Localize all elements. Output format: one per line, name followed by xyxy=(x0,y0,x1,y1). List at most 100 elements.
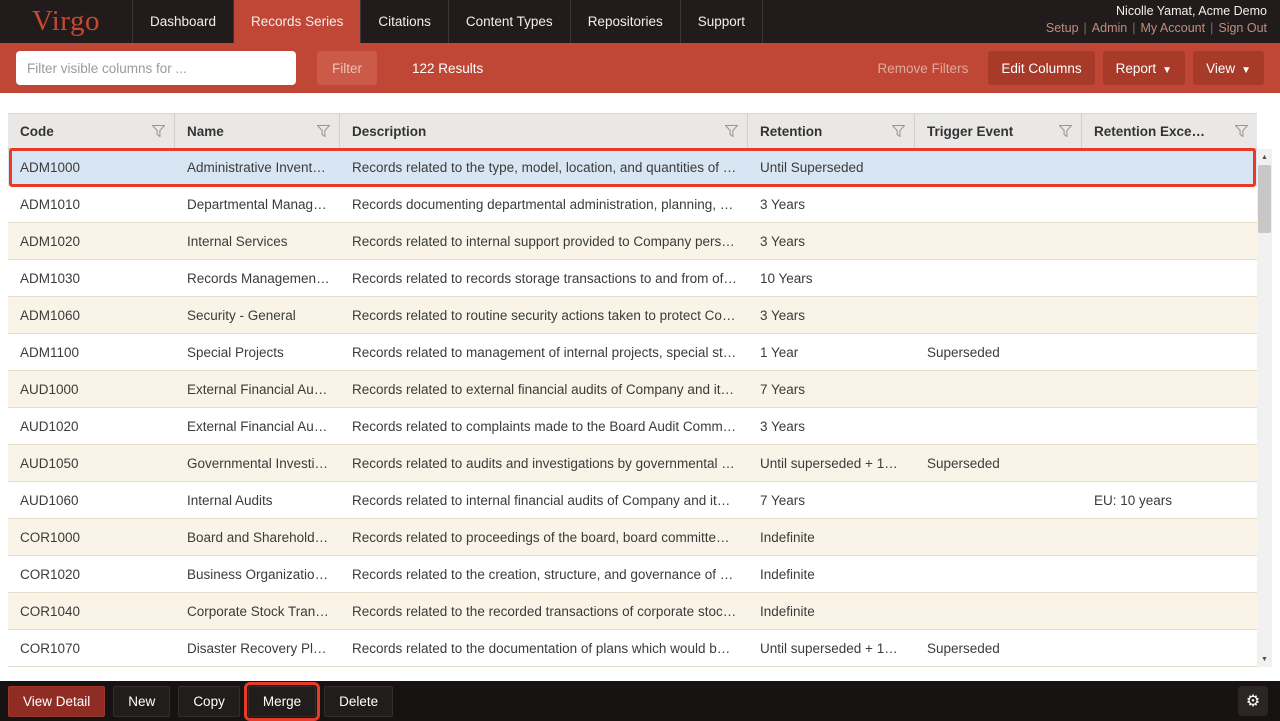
cell-retention-exception xyxy=(1082,371,1257,407)
cell-retention: 7 Years xyxy=(748,371,915,407)
cell-trigger-event xyxy=(915,371,1082,407)
cell-description: Records related to records storage trans… xyxy=(340,260,748,296)
table-row[interactable]: AUD1060Internal AuditsRecords related to… xyxy=(8,482,1257,519)
cell-description: Records related to internal support prov… xyxy=(340,223,748,259)
cell-retention-exception xyxy=(1082,334,1257,370)
nav-item-records-series[interactable]: Records Series xyxy=(234,0,361,43)
cell-trigger-event: Superseded xyxy=(915,334,1082,370)
cell-retention: 3 Years xyxy=(748,408,915,444)
column-header-trigger-event[interactable]: Trigger Event xyxy=(915,114,1082,148)
view-detail-button[interactable]: View Detail xyxy=(8,686,105,717)
cell-trigger-event xyxy=(915,297,1082,333)
scroll-up-arrow-icon[interactable]: ▲ xyxy=(1257,150,1272,164)
link-sign-out[interactable]: Sign Out xyxy=(1218,21,1267,35)
nav-item-repositories[interactable]: Repositories xyxy=(571,0,681,43)
gear-icon: ⚙ xyxy=(1246,691,1260,711)
copy-button[interactable]: Copy xyxy=(178,686,240,717)
main-nav: Dashboard Records Series Citations Conte… xyxy=(133,0,763,43)
cell-retention: 3 Years xyxy=(748,297,915,333)
cell-retention: Indefinite xyxy=(748,519,915,555)
cell-description: Records related to complaints made to th… xyxy=(340,408,748,444)
cell-description: Records documenting departmental adminis… xyxy=(340,186,748,222)
cell-description: Records related to proceedings of the bo… xyxy=(340,519,748,555)
table-row[interactable]: COR1000Board and Sharehold…Records relat… xyxy=(8,519,1257,556)
cell-description: Records related to routine security acti… xyxy=(340,297,748,333)
filter-toolbar: Filter 122 Results Remove Filters Edit C… xyxy=(0,43,1280,93)
remove-filters-button[interactable]: Remove Filters xyxy=(866,51,981,85)
view-button[interactable]: View▼ xyxy=(1193,51,1264,85)
nav-item-content-types[interactable]: Content Types xyxy=(449,0,571,43)
cell-code: COR1040 xyxy=(8,593,175,629)
nav-item-citations[interactable]: Citations xyxy=(361,0,449,43)
table-header: Code Name Description Retention Trigger … xyxy=(8,113,1257,149)
app-logo[interactable]: Virgo xyxy=(0,0,133,43)
cell-trigger-event xyxy=(915,260,1082,296)
cell-description: Records related to the creation, structu… xyxy=(340,556,748,592)
cell-name: External Financial Au… xyxy=(175,371,340,407)
cell-retention-exception xyxy=(1082,149,1257,185)
new-button[interactable]: New xyxy=(113,686,170,717)
cell-retention-exception xyxy=(1082,186,1257,222)
edit-columns-button[interactable]: Edit Columns xyxy=(988,51,1094,85)
cell-code: ADM1030 xyxy=(8,260,175,296)
link-admin[interactable]: Admin xyxy=(1092,21,1141,35)
vertical-scrollbar[interactable]: ▲ ▼ xyxy=(1257,149,1272,667)
table-row[interactable]: ADM1020Internal ServicesRecords related … xyxy=(8,223,1257,260)
table-row[interactable]: AUD1050Governmental Investi…Records rela… xyxy=(8,445,1257,482)
column-header-code[interactable]: Code xyxy=(8,114,175,148)
cell-retention: 10 Years xyxy=(748,260,915,296)
filter-funnel-icon[interactable] xyxy=(317,125,330,137)
filter-funnel-icon[interactable] xyxy=(725,125,738,137)
table-row[interactable]: AUD1020External Financial Au…Records rel… xyxy=(8,408,1257,445)
cell-code: ADM1100 xyxy=(8,334,175,370)
settings-button[interactable]: ⚙ xyxy=(1238,686,1268,716)
table-row[interactable]: AUD1000External Financial Au…Records rel… xyxy=(8,371,1257,408)
cell-name: Board and Sharehold… xyxy=(175,519,340,555)
cell-retention: Indefinite xyxy=(748,556,915,592)
scrollbar-thumb[interactable] xyxy=(1258,165,1271,233)
cell-retention-exception: EU: 10 years xyxy=(1082,482,1257,518)
filter-funnel-icon[interactable] xyxy=(1059,125,1072,137)
scroll-down-arrow-icon[interactable]: ▼ xyxy=(1257,652,1272,666)
column-header-retention-exception[interactable]: Retention Exce… xyxy=(1082,114,1257,148)
filter-funnel-icon[interactable] xyxy=(1235,125,1248,137)
table-row[interactable]: ADM1010Departmental Manag…Records docume… xyxy=(8,186,1257,223)
cell-retention-exception xyxy=(1082,223,1257,259)
cell-trigger-event: Superseded xyxy=(915,445,1082,481)
table-row[interactable]: ADM1060Security - GeneralRecords related… xyxy=(8,297,1257,334)
table-row[interactable]: ADM1100Special ProjectsRecords related t… xyxy=(8,334,1257,371)
link-setup[interactable]: Setup xyxy=(1046,21,1092,35)
user-name: Nicolle Yamat, Acme Demo xyxy=(1046,4,1267,18)
merge-button[interactable]: Merge xyxy=(248,686,316,717)
filter-button[interactable]: Filter xyxy=(317,51,377,85)
cell-name: Business Organizatio… xyxy=(175,556,340,592)
cell-retention: Until superseded + 1… xyxy=(748,445,915,481)
column-header-name[interactable]: Name xyxy=(175,114,340,148)
nav-item-support[interactable]: Support xyxy=(681,0,763,43)
cell-name: Departmental Manag… xyxy=(175,186,340,222)
filter-input[interactable] xyxy=(16,51,296,85)
cell-trigger-event xyxy=(915,408,1082,444)
column-header-retention[interactable]: Retention xyxy=(748,114,915,148)
filter-funnel-icon[interactable] xyxy=(892,125,905,137)
link-my-account[interactable]: My Account xyxy=(1140,21,1218,35)
cell-retention-exception xyxy=(1082,519,1257,555)
cell-retention: 3 Years xyxy=(748,186,915,222)
cell-retention-exception xyxy=(1082,297,1257,333)
table-row[interactable]: ADM1030Records Managemen…Records related… xyxy=(8,260,1257,297)
table-row[interactable]: ADM1000Administrative Invent…Records rel… xyxy=(8,149,1257,186)
table-row[interactable]: COR1040Corporate Stock Tran…Records rela… xyxy=(8,593,1257,630)
filter-funnel-icon[interactable] xyxy=(152,125,165,137)
cell-name: Security - General xyxy=(175,297,340,333)
report-button[interactable]: Report▼ xyxy=(1103,51,1185,85)
nav-item-dashboard[interactable]: Dashboard xyxy=(133,0,234,43)
cell-name: Internal Audits xyxy=(175,482,340,518)
user-area: Nicolle Yamat, Acme Demo SetupAdminMy Ac… xyxy=(1046,0,1280,43)
delete-button[interactable]: Delete xyxy=(324,686,393,717)
cell-trigger-event xyxy=(915,186,1082,222)
table-row[interactable]: COR1020Business Organizatio…Records rela… xyxy=(8,556,1257,593)
table-row[interactable]: COR1070Disaster Recovery Pl…Records rela… xyxy=(8,630,1257,667)
column-header-description[interactable]: Description xyxy=(340,114,748,148)
cell-trigger-event xyxy=(915,482,1082,518)
cell-retention-exception xyxy=(1082,445,1257,481)
